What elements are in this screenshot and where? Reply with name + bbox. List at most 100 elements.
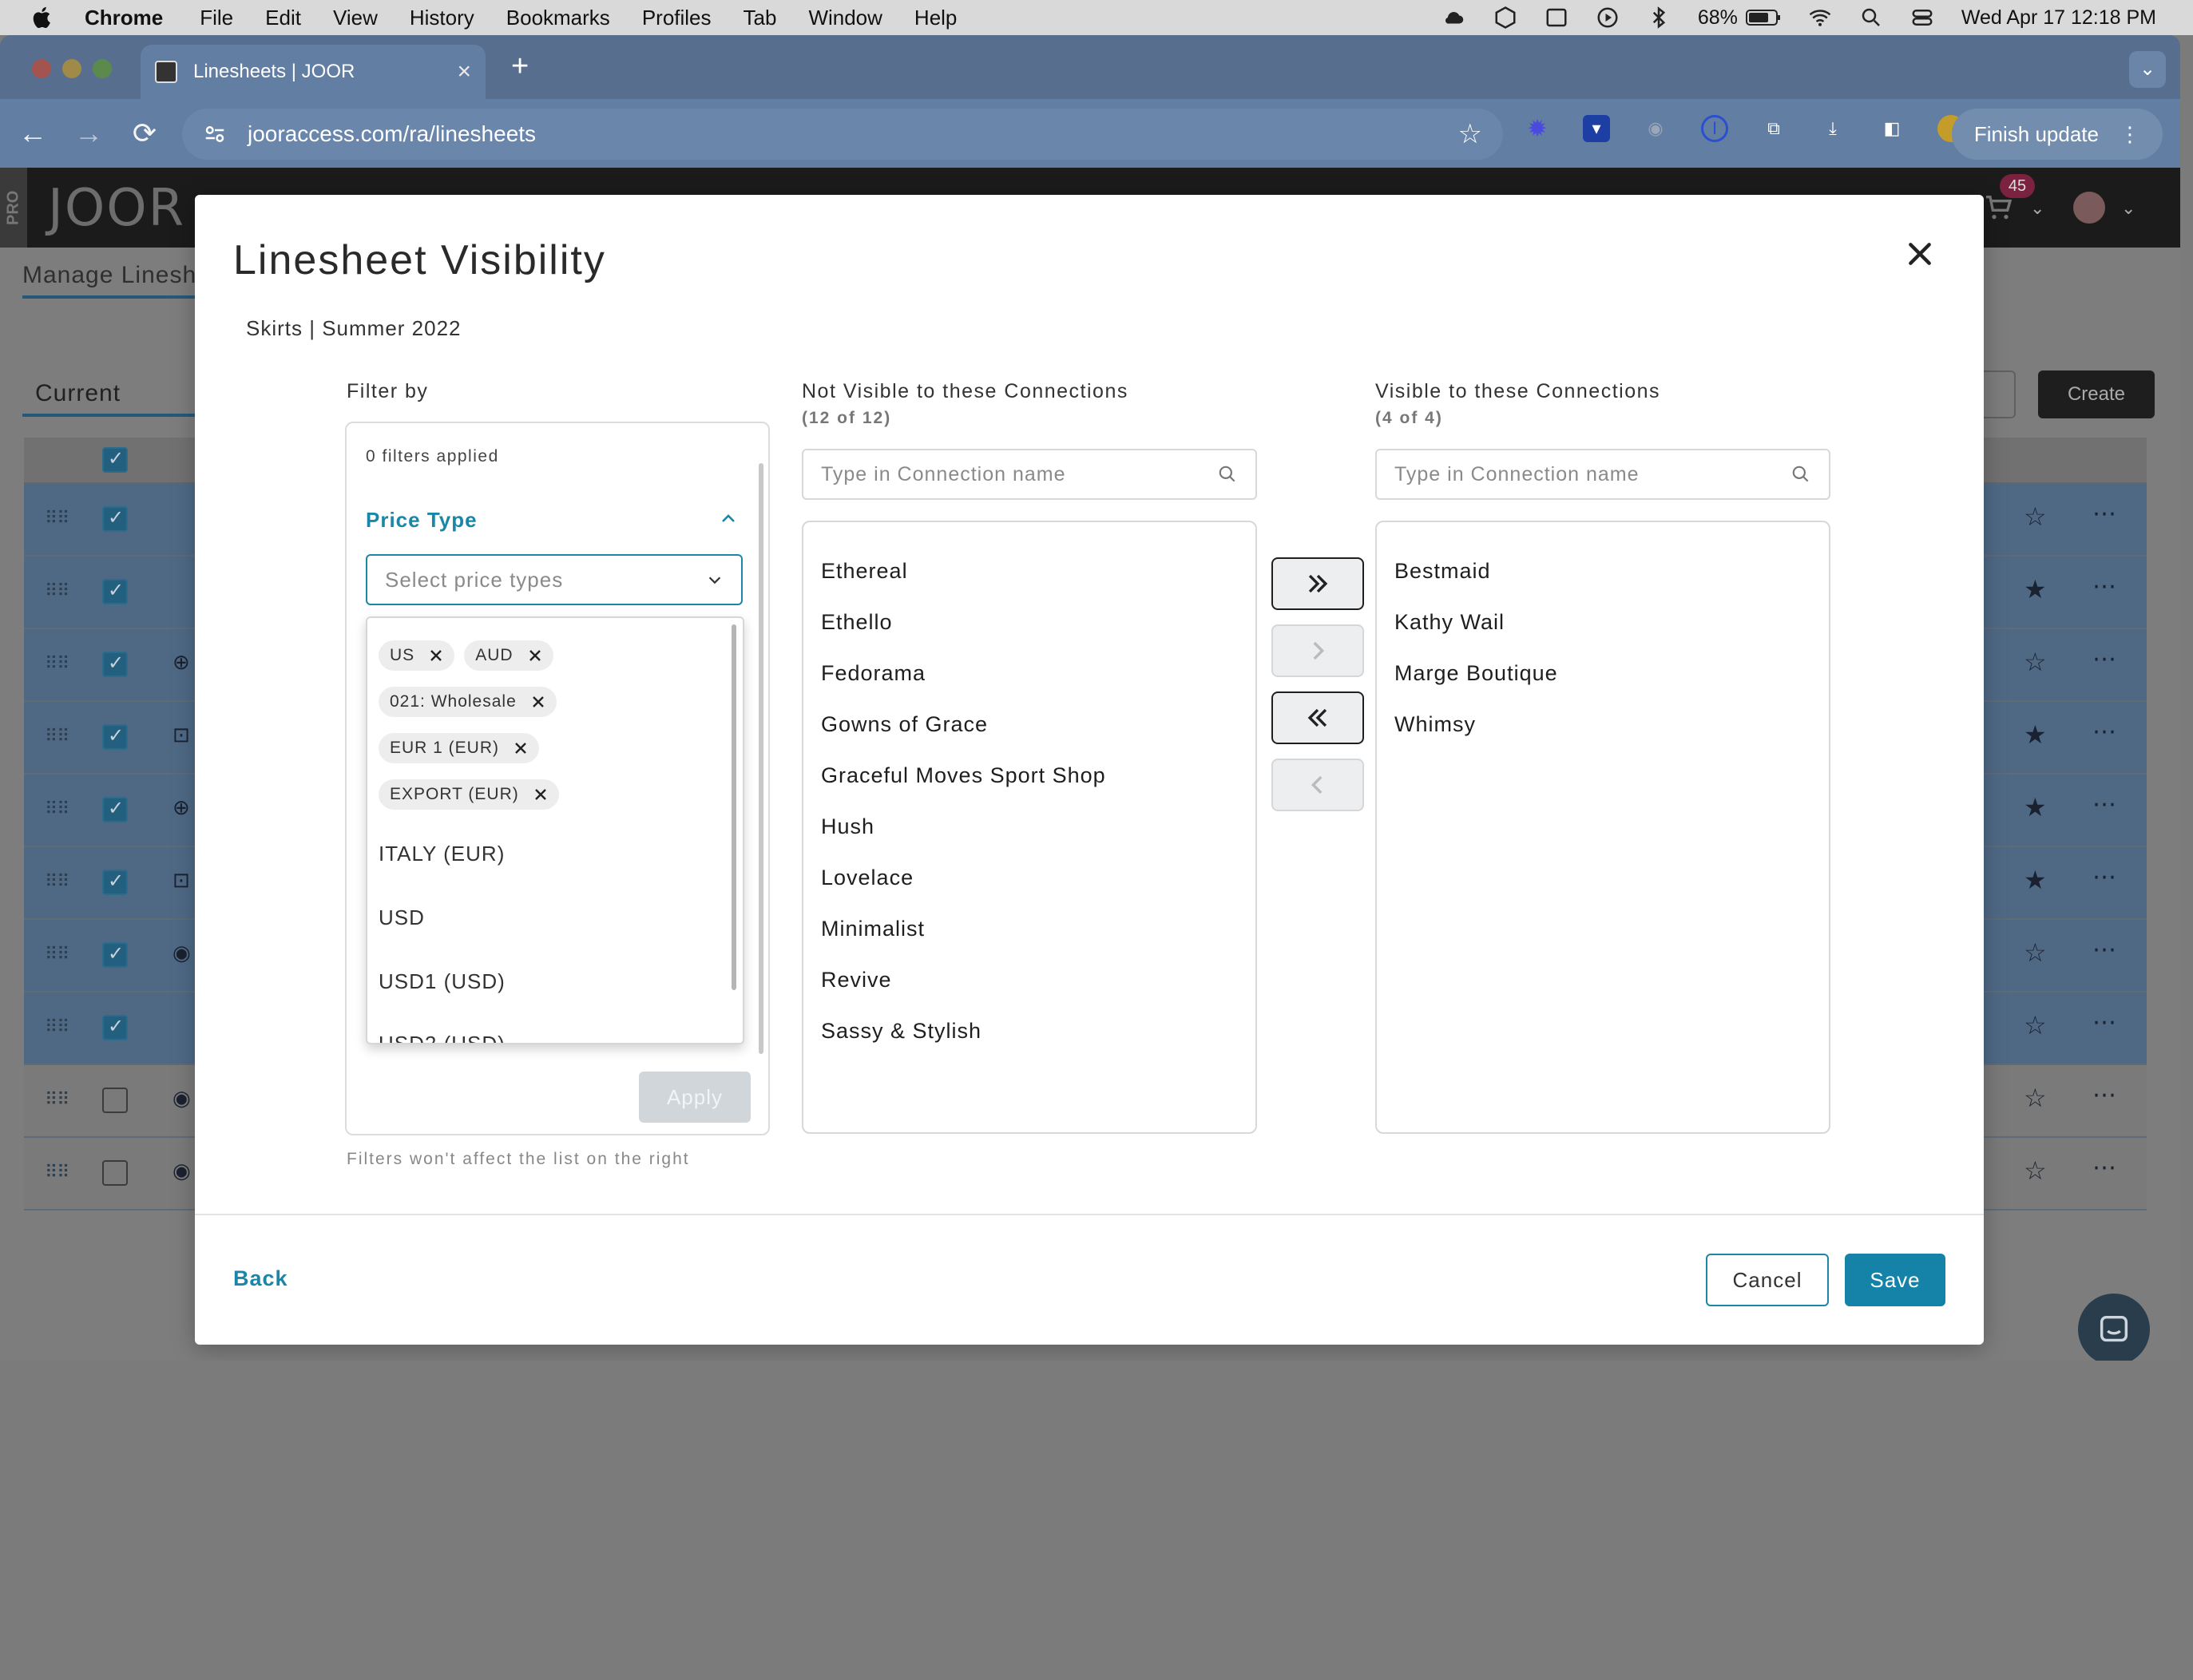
menu-app-name[interactable]: Chrome xyxy=(85,6,163,30)
apple-icon[interactable] xyxy=(29,4,56,31)
move-all-right-button[interactable] xyxy=(1271,557,1364,610)
close-window-button[interactable] xyxy=(32,59,51,78)
drag-handle-icon[interactable]: ⠿⠿ xyxy=(45,508,69,529)
drag-handle-icon[interactable]: ⠿⠿ xyxy=(45,653,69,674)
list-item[interactable]: Lovelace xyxy=(821,866,914,890)
row-more-icon[interactable]: ⋯ xyxy=(2092,1154,2118,1182)
menu-file[interactable]: File xyxy=(200,6,233,30)
option-italy-eur[interactable]: ITALY (EUR) xyxy=(379,842,505,866)
reload-icon[interactable]: ⟳ xyxy=(117,117,173,150)
favorite-star-icon[interactable]: ★ xyxy=(2024,792,2047,822)
side-panel-icon[interactable]: ◧ xyxy=(1878,115,1905,142)
close-tab-icon[interactable]: × xyxy=(457,58,471,85)
favorite-star-icon[interactable]: ★ xyxy=(2024,719,2047,750)
row-more-icon[interactable]: ⋯ xyxy=(2092,718,2118,746)
address-bar[interactable]: jooraccess.com/ra/linesheets ☆ xyxy=(182,109,1503,160)
locale-chevron-icon[interactable]: ⌄ xyxy=(2121,198,2135,219)
favorite-star-icon[interactable]: ★ xyxy=(2024,865,2047,895)
minimize-window-button[interactable] xyxy=(62,59,81,78)
new-tab-button[interactable]: + xyxy=(511,50,529,84)
row-checkbox[interactable] xyxy=(102,506,128,532)
row-checkbox[interactable] xyxy=(102,652,128,677)
menu-help[interactable]: Help xyxy=(914,6,957,30)
row-checkbox[interactable] xyxy=(102,579,128,604)
display-icon[interactable] xyxy=(1545,6,1568,30)
drag-handle-icon[interactable]: ⠿⠿ xyxy=(45,580,69,601)
list-item[interactable]: Ethello xyxy=(821,610,893,635)
cancel-button[interactable]: Cancel xyxy=(1706,1254,1829,1306)
spotlight-search-icon[interactable] xyxy=(1859,6,1883,30)
row-more-icon[interactable]: ⋯ xyxy=(2092,1081,2118,1109)
option-usd[interactable]: USD xyxy=(379,905,425,930)
bluetooth-icon[interactable] xyxy=(1647,6,1671,30)
menubar-clock[interactable]: Wed Apr 17 12:18 PM xyxy=(1961,6,2156,30)
cube-icon[interactable] xyxy=(1493,6,1517,30)
list-item[interactable]: Marge Boutique xyxy=(1394,661,1558,686)
onepassword-extension-icon[interactable]: I xyxy=(1701,115,1728,142)
list-item[interactable]: Kathy Wail xyxy=(1394,610,1505,635)
joor-logo[interactable]: JOOR xyxy=(48,179,185,238)
row-checkbox[interactable] xyxy=(102,1015,128,1040)
dropdown-scrollbar[interactable] xyxy=(732,624,736,990)
favorite-star-icon[interactable]: ☆ xyxy=(2024,1155,2047,1186)
remove-chip-icon[interactable] xyxy=(514,741,528,755)
menu-history[interactable]: History xyxy=(410,6,474,30)
finish-update-button[interactable]: Finish update ⋮ xyxy=(1951,109,2163,160)
favorite-star-icon[interactable]: ☆ xyxy=(2024,501,2047,532)
bookmark-star-icon[interactable]: ☆ xyxy=(1458,118,1482,150)
drag-handle-icon[interactable]: ⠿⠿ xyxy=(45,1089,69,1110)
favorite-star-icon[interactable]: ★ xyxy=(2024,574,2047,604)
list-item[interactable]: Sassy & Stylish xyxy=(821,1019,981,1044)
list-item[interactable]: Whimsy xyxy=(1394,712,1476,737)
cloud-icon[interactable] xyxy=(1442,6,1466,30)
list-item[interactable]: Bestmaid xyxy=(1394,559,1491,584)
chat-support-button[interactable] xyxy=(2078,1294,2150,1361)
tab-search-chevron-icon[interactable]: ⌄ xyxy=(2129,51,2166,88)
chevron-up-icon[interactable] xyxy=(719,509,738,529)
save-button[interactable]: Save xyxy=(1845,1254,1945,1306)
menu-view[interactable]: View xyxy=(333,6,378,30)
puzzle-extensions-icon[interactable]: ⧉ xyxy=(1760,115,1787,142)
row-more-icon[interactable]: ⋯ xyxy=(2092,645,2118,673)
favorite-star-icon[interactable]: ☆ xyxy=(2024,1010,2047,1040)
menu-tab[interactable]: Tab xyxy=(744,6,777,30)
camera-extension-icon[interactable]: ◉ xyxy=(1642,115,1669,142)
row-checkbox[interactable] xyxy=(102,870,128,895)
row-checkbox[interactable] xyxy=(102,797,128,822)
list-item[interactable]: Revive xyxy=(821,968,892,993)
us-flag-icon[interactable] xyxy=(2073,192,2105,224)
remove-chip-icon[interactable] xyxy=(429,648,443,663)
row-checkbox[interactable] xyxy=(102,1088,128,1113)
visible-search-input[interactable]: Type in Connection name xyxy=(1375,449,1830,500)
menu-window[interactable]: Window xyxy=(808,6,882,30)
drag-handle-icon[interactable]: ⠿⠿ xyxy=(45,1016,69,1037)
drag-handle-icon[interactable]: ⠿⠿ xyxy=(45,1162,69,1183)
battery-status[interactable]: 68% xyxy=(1698,6,1781,30)
list-item[interactable]: Gowns of Grace xyxy=(821,712,988,737)
drag-handle-icon[interactable]: ⠿⠿ xyxy=(45,726,69,747)
download-icon[interactable]: ⤓ xyxy=(1819,115,1846,142)
bitwarden-extension-icon[interactable]: ▾ xyxy=(1583,115,1610,142)
tab-current[interactable]: Current xyxy=(22,370,198,417)
drag-handle-icon[interactable]: ⠿⠿ xyxy=(45,944,69,965)
move-all-left-button[interactable] xyxy=(1271,691,1364,744)
select-all-checkbox[interactable] xyxy=(102,447,128,473)
cart-chevron-icon[interactable]: ⌄ xyxy=(2030,198,2044,219)
row-more-icon[interactable]: ⋯ xyxy=(2092,790,2118,818)
filter-panel-scrollbar[interactable] xyxy=(759,463,763,1054)
menu-bookmarks[interactable]: Bookmarks xyxy=(506,6,610,30)
favorite-star-icon[interactable]: ☆ xyxy=(2024,937,2047,968)
play-circle-icon[interactable] xyxy=(1596,6,1620,30)
remove-chip-icon[interactable] xyxy=(531,695,545,709)
zoom-window-button[interactable] xyxy=(93,59,112,78)
not-visible-search-input[interactable]: Type in Connection name xyxy=(802,449,1257,500)
row-checkbox[interactable] xyxy=(102,1160,128,1186)
control-center-icon[interactable] xyxy=(1910,6,1934,30)
price-type-select[interactable]: Select price types xyxy=(366,554,743,605)
list-item[interactable]: Ethereal xyxy=(821,559,908,584)
back-link[interactable]: Back xyxy=(233,1266,288,1291)
close-icon[interactable] xyxy=(1904,238,1936,270)
wifi-icon[interactable] xyxy=(1808,6,1832,30)
list-item[interactable]: Graceful Moves Sport Shop xyxy=(821,763,1106,788)
apply-button[interactable]: Apply xyxy=(639,1072,751,1123)
